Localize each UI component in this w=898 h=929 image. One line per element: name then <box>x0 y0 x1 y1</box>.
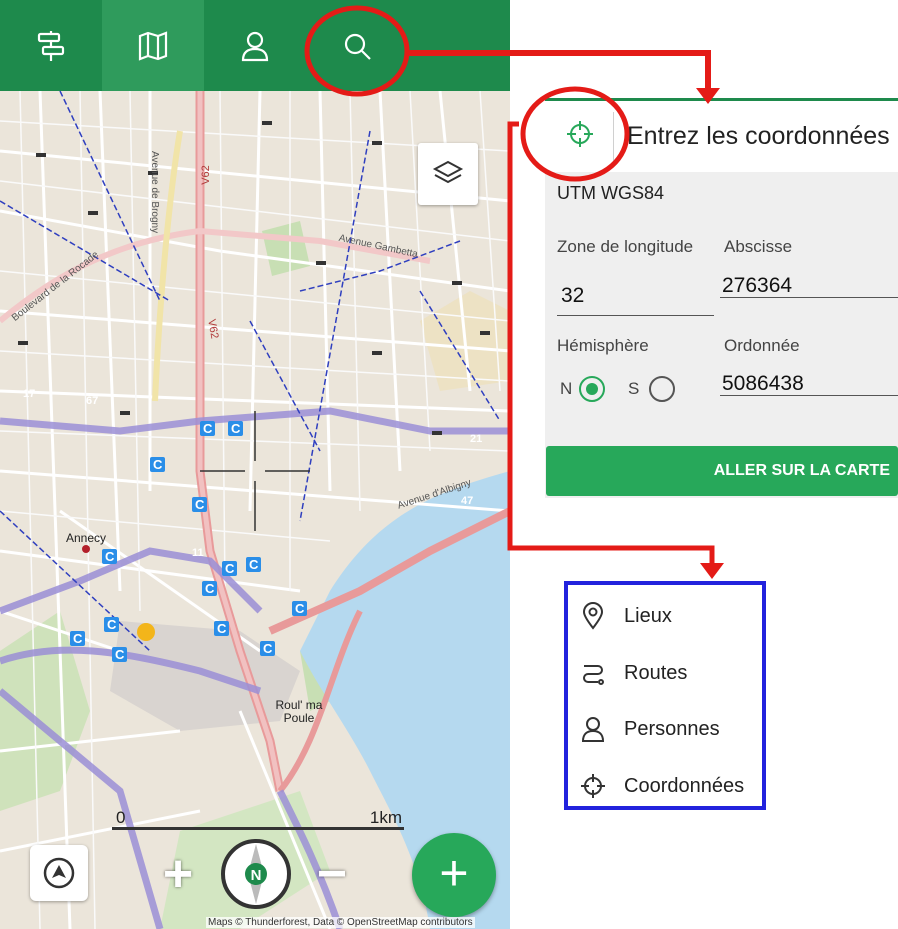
locate-me-button[interactable] <box>30 845 88 901</box>
zone-field-underline <box>557 315 714 316</box>
zone-label: Zone de longitude <box>557 237 694 256</box>
header-divider <box>613 112 614 162</box>
layers-button[interactable] <box>418 143 478 205</box>
menu-item-label: Coordonnées <box>624 774 745 797</box>
tab-people[interactable] <box>204 0 306 91</box>
hemisphere-n-radio[interactable] <box>579 376 605 402</box>
compass-icon: N <box>221 839 291 909</box>
signpost-icon <box>37 30 65 61</box>
menu-item-coordonnees[interactable]: Coordonnées <box>578 769 744 803</box>
app-screen: Avenue de Brogny V62 Avenue Gambetta Bou… <box>0 0 510 929</box>
menu-item-lieux[interactable]: Lieux <box>578 599 672 633</box>
bus-stop-marker[interactable]: C <box>260 641 276 656</box>
hemisphere-s-label: S <box>628 379 640 398</box>
compass-letter: N <box>251 867 262 884</box>
map-attribution: Maps © Thunderforest, Data © OpenStreetM… <box>206 917 475 928</box>
label-11: 11 <box>192 547 204 559</box>
menu-item-personnes[interactable]: Personnes <box>578 712 720 746</box>
coordinate-system-label: UTM WGS84 <box>557 183 665 203</box>
bus-stop-marker[interactable]: C <box>228 421 244 436</box>
bus-stop-marker[interactable]: C <box>102 549 118 564</box>
tab-routes[interactable] <box>0 0 102 91</box>
ordonnee-field-underline <box>720 395 898 396</box>
coordinates-header: Entrez les coordonnées <box>545 98 898 172</box>
arrow-head-down <box>700 563 724 579</box>
ordonnee-label: Ordonnée <box>724 336 800 355</box>
search-icon <box>344 33 371 60</box>
abscisse-field[interactable]: 276364 <box>722 274 792 298</box>
bus-stop-marker[interactable]: C <box>292 601 308 616</box>
add-fab-button[interactable]: + <box>412 833 496 917</box>
abscisse-label: Abscisse <box>724 237 793 256</box>
bus-stop-marker[interactable]: C <box>70 631 86 646</box>
compass-button[interactable]: N <box>220 838 292 910</box>
scale-start-label: 0 <box>116 808 126 827</box>
radio-selected-dot <box>586 383 598 395</box>
tab-map[interactable] <box>102 0 204 91</box>
scale-end-label: 1km <box>369 808 402 827</box>
user-icon <box>578 714 608 744</box>
zoom-in-button[interactable]: + <box>158 846 198 902</box>
crosshair-icon[interactable] <box>565 119 595 149</box>
abscisse-field-underline <box>720 297 898 298</box>
bus-stop-marker[interactable]: C <box>246 557 262 572</box>
scale-line <box>112 827 404 830</box>
hemisphere-s-radio[interactable] <box>649 376 675 402</box>
menu-item-label: Lieux <box>624 604 672 627</box>
label-avenue-brogny: Avenue de Brogny <box>149 151 160 234</box>
label-roul-ma-poule: Roul' ma Poule <box>275 698 323 725</box>
menu-item-label: Personnes <box>624 717 720 740</box>
header-accent-line <box>545 98 898 101</box>
search-type-menu: Lieux Routes Personnes Coordonnées <box>564 581 766 810</box>
label-v62-top: V62 <box>199 165 212 185</box>
ordonnee-field[interactable]: 5086438 <box>722 372 804 396</box>
location-pin-icon <box>578 601 608 631</box>
map-scale-bar: 0 1km <box>108 808 408 830</box>
tab-search[interactable] <box>306 0 408 91</box>
coordinates-panel: Entrez les coordonnées <box>545 98 898 498</box>
bus-stop-marker[interactable]: C <box>200 421 216 436</box>
hemisphere-n-label: N <box>560 379 573 398</box>
label-67: 67 <box>86 395 99 407</box>
bus-stop-marker[interactable]: C <box>150 457 166 472</box>
bus-stop-marker[interactable]: C <box>112 647 128 662</box>
go-to-map-button[interactable]: ALLER SUR LA CARTE <box>546 446 898 496</box>
bus-stop-marker[interactable]: C <box>222 561 238 576</box>
user-icon <box>241 31 269 61</box>
map-view[interactable]: Avenue de Brogny V62 Avenue Gambetta Bou… <box>0 91 510 929</box>
layers-icon <box>432 160 464 184</box>
label-21: 21 <box>470 433 483 445</box>
bus-stop-marker[interactable]: C <box>202 581 218 596</box>
map-icon <box>138 30 168 61</box>
map-canvas <box>0 91 510 929</box>
label-annecy: Annecy <box>66 531 107 545</box>
navigation-arrow-icon <box>43 857 75 889</box>
top-tab-bar <box>0 0 510 91</box>
zoom-out-button[interactable]: − <box>312 846 352 902</box>
menu-item-label: Routes <box>624 661 688 684</box>
route-icon <box>578 658 608 688</box>
zone-field[interactable]: 32 <box>561 284 584 308</box>
menu-item-routes[interactable]: Routes <box>578 656 687 690</box>
bus-stop-marker[interactable]: C <box>104 617 120 632</box>
label-47: 47 <box>461 495 474 507</box>
bus-stop-marker[interactable]: C <box>192 497 208 512</box>
coordinates-title: Entrez les coordonnées <box>627 122 890 150</box>
crosshair-icon <box>578 771 608 801</box>
bus-stop-marker[interactable]: C <box>214 621 230 636</box>
label-17: 17 <box>23 388 36 400</box>
hemisphere-label: Hémisphère <box>557 336 649 355</box>
